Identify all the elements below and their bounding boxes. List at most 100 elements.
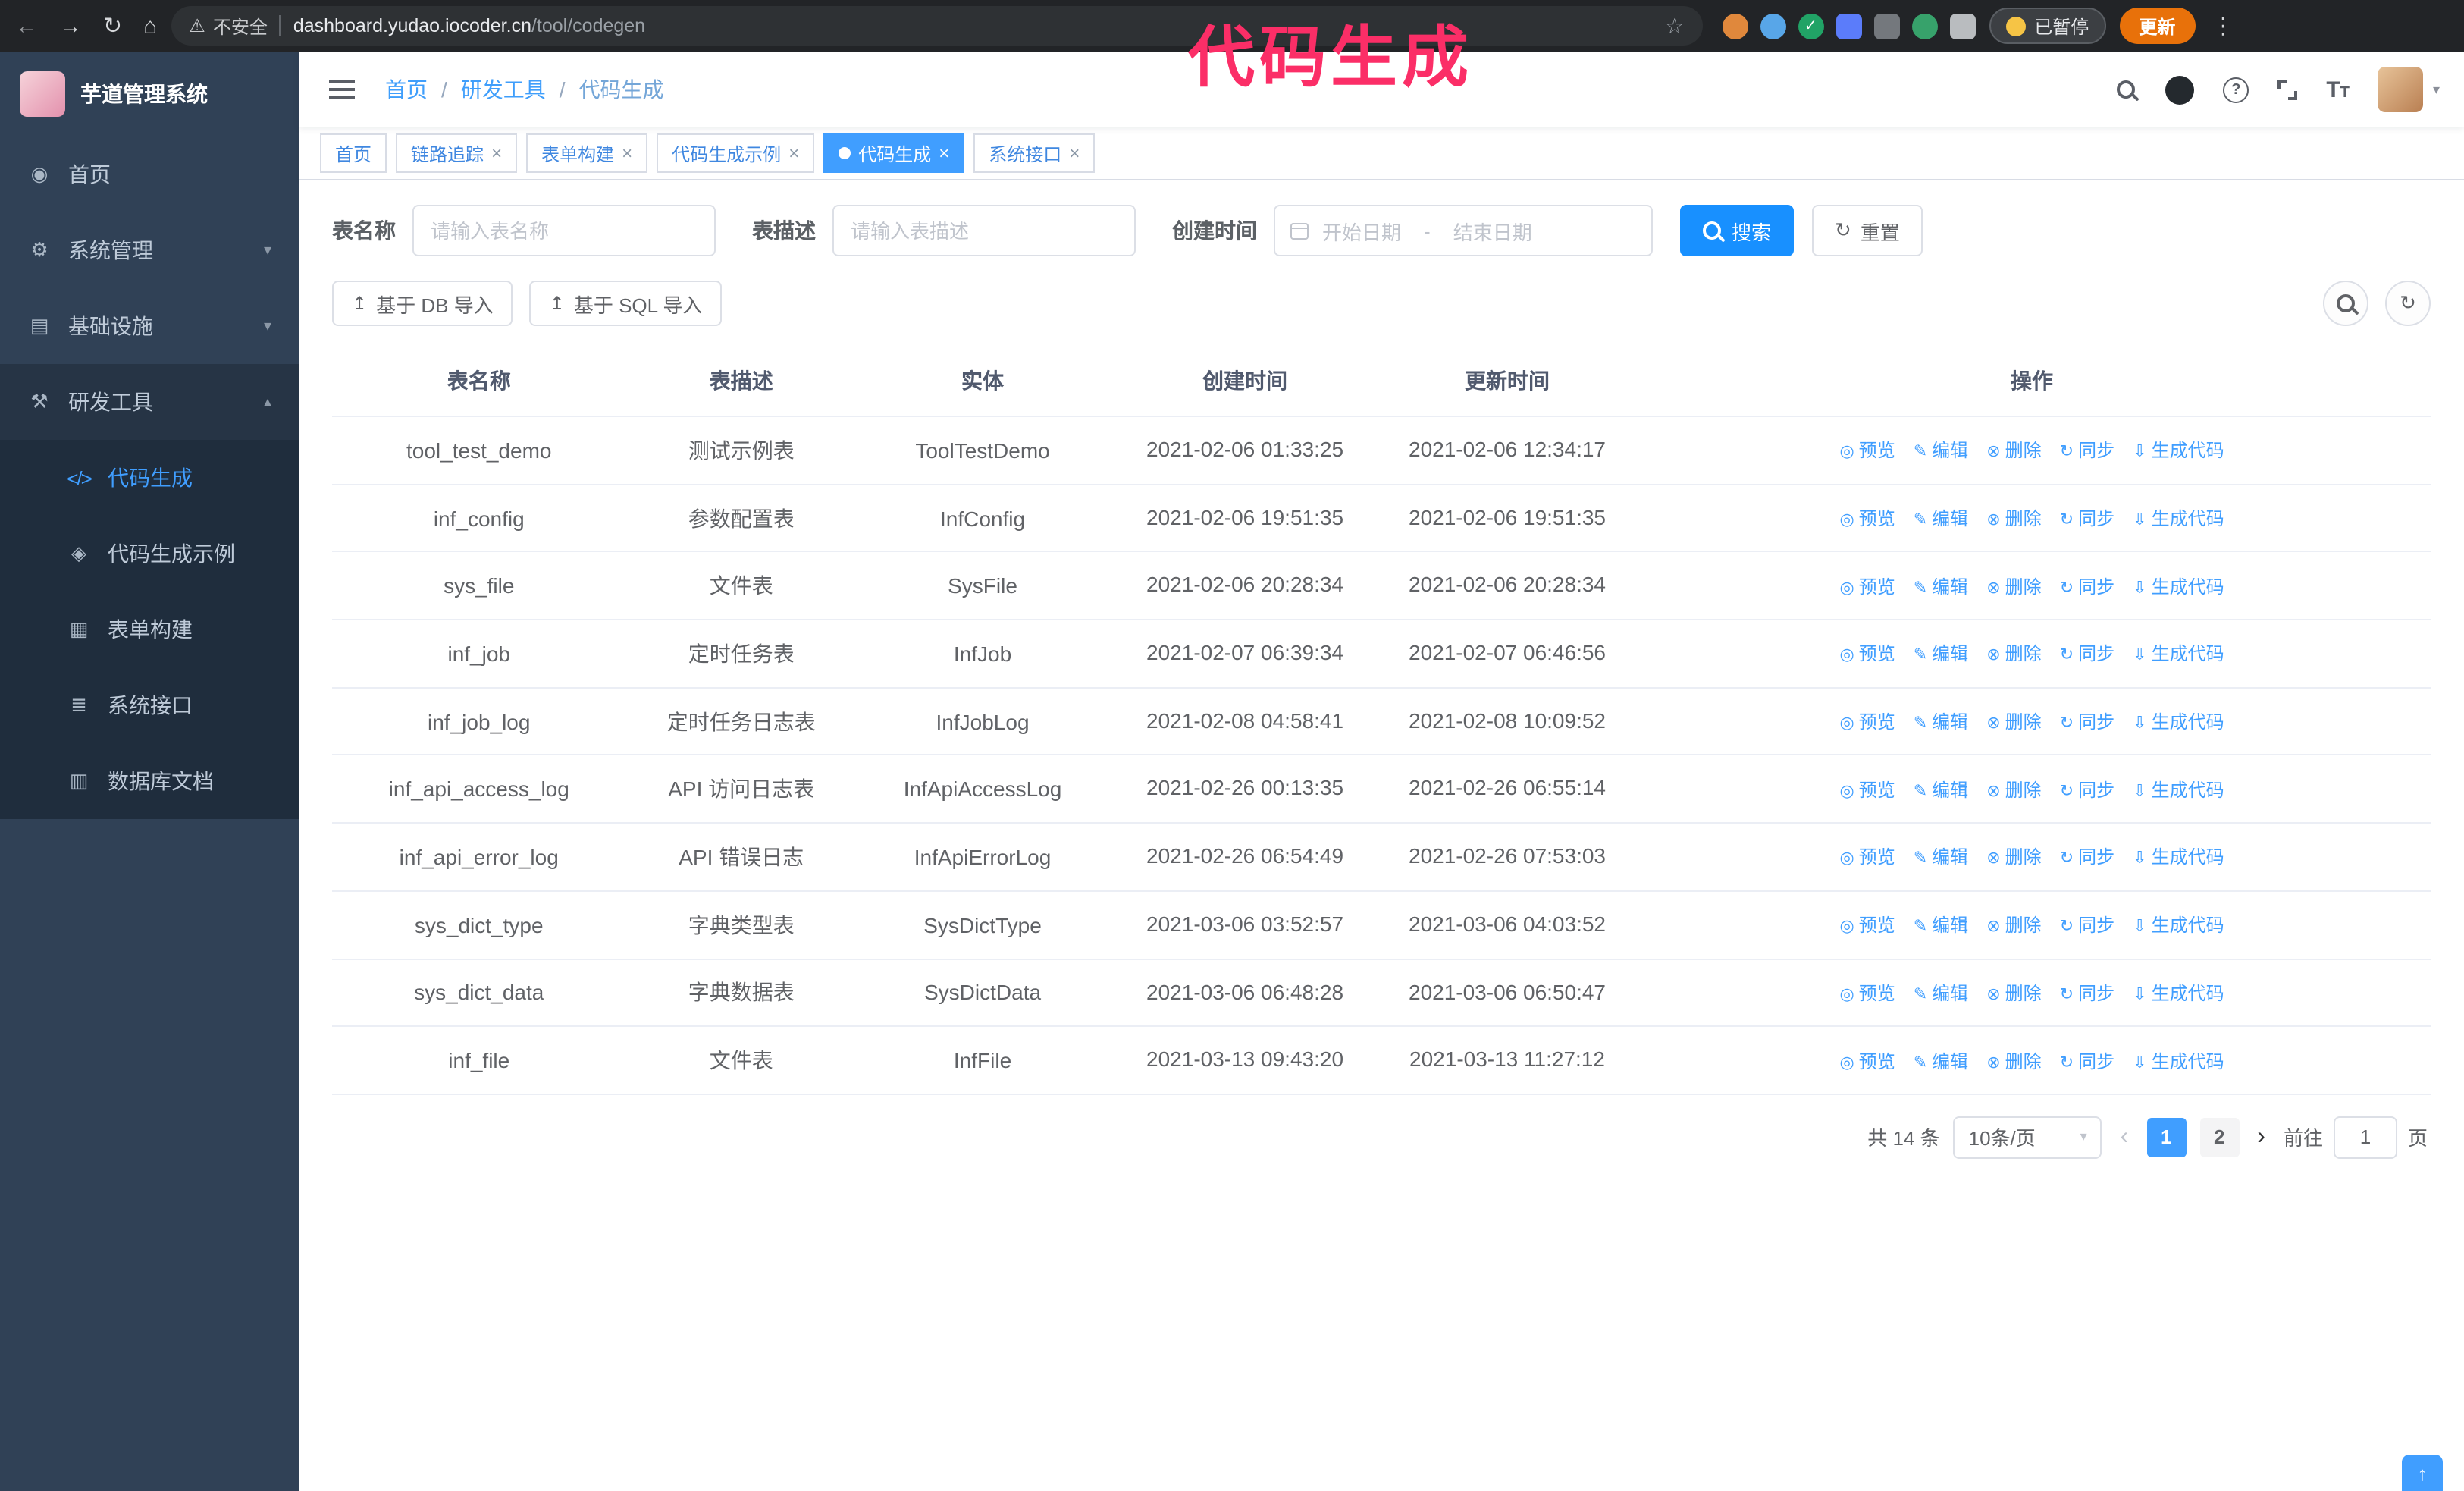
action-edit[interactable]: ✎ 编辑 — [1914, 847, 1968, 868]
sidebar-item-code-generation[interactable]: </> 代码生成 — [0, 440, 299, 516]
action-generate-code[interactable]: ⇩ 生成代码 — [2133, 576, 2224, 597]
breadcrumb-dev-tools[interactable]: 研发工具 — [461, 74, 546, 105]
search-button[interactable]: 搜索 — [1680, 205, 1795, 256]
action-delete[interactable]: ⊗ 删除 — [1986, 1050, 2041, 1072]
action-preview[interactable]: ◎ 预览 — [1839, 847, 1895, 868]
close-icon[interactable]: × — [939, 143, 949, 164]
goto-page-input[interactable] — [2333, 1116, 2397, 1159]
action-sync[interactable]: ↻ 同步 — [2060, 1050, 2114, 1072]
tab-form-builder[interactable]: 表单构建 × — [526, 133, 648, 173]
action-sync[interactable]: ↻ 同步 — [2060, 847, 2114, 868]
action-delete[interactable]: ⊗ 删除 — [1986, 780, 2041, 801]
action-sync[interactable]: ↻ 同步 — [2060, 780, 2114, 801]
sidebar-item-database-doc[interactable]: ▥ 数据库文档 — [0, 743, 299, 819]
action-preview[interactable]: ◎ 预览 — [1839, 644, 1895, 665]
action-preview[interactable]: ◎ 预览 — [1839, 1050, 1895, 1072]
browser-menu-icon[interactable]: ⋮ — [2212, 12, 2234, 39]
action-delete[interactable]: ⊗ 删除 — [1986, 576, 2041, 597]
action-delete[interactable]: ⊗ 删除 — [1986, 711, 2041, 733]
sidebar-item-dev-tools[interactable]: ⚒ 研发工具 ▴ — [0, 364, 299, 440]
action-generate-code[interactable]: ⇩ 生成代码 — [2133, 711, 2224, 733]
search-icon[interactable] — [2117, 80, 2136, 99]
close-icon[interactable]: × — [491, 143, 502, 164]
close-icon[interactable]: × — [622, 143, 632, 164]
hamburger-icon[interactable] — [329, 88, 355, 91]
action-edit[interactable]: ✎ 编辑 — [1914, 915, 1968, 936]
action-edit[interactable]: ✎ 编辑 — [1914, 644, 1968, 665]
prev-page-button[interactable]: ‹ — [2116, 1124, 2133, 1151]
sidebar-item-system-api[interactable]: ≣ 系统接口 — [0, 667, 299, 743]
people-grid-extension-icon[interactable] — [1835, 13, 1862, 39]
sidebar-item-home[interactable]: ◉ 首页 — [0, 137, 299, 212]
float-widget-button[interactable]: ↑ — [2402, 1455, 2443, 1491]
back-icon[interactable]: ← — [15, 13, 38, 39]
tab-link-tracking[interactable]: 链路追踪 × — [396, 133, 518, 173]
reload-icon[interactable]: ↻ — [103, 12, 122, 39]
reset-button[interactable]: ↻ 重置 — [1812, 205, 1923, 256]
orange-extension-icon[interactable] — [1722, 13, 1748, 39]
action-delete[interactable]: ⊗ 删除 — [1986, 441, 2041, 462]
puzzle-extensions-icon[interactable] — [1949, 13, 1976, 39]
tab-system-api[interactable]: 系统接口 × — [973, 133, 1096, 173]
page-button-2[interactable]: 2 — [2199, 1117, 2240, 1157]
action-delete[interactable]: ⊗ 删除 — [1986, 508, 2041, 529]
refresh-button[interactable]: ↻ — [2385, 281, 2431, 326]
font-size-icon[interactable] — [2326, 77, 2350, 102]
action-edit[interactable]: ✎ 编辑 — [1914, 1050, 1968, 1072]
home-icon[interactable]: ⌂ — [143, 13, 157, 39]
action-preview[interactable]: ◎ 预览 — [1839, 780, 1895, 801]
table-name-input[interactable] — [412, 205, 716, 256]
forward-icon[interactable]: → — [59, 13, 82, 39]
sidebar-item-infrastructure[interactable]: ▤ 基础设施 ▾ — [0, 288, 299, 364]
action-preview[interactable]: ◎ 预览 — [1839, 576, 1895, 597]
user-menu[interactable]: ▾ — [2378, 67, 2440, 112]
toggle-search-button[interactable] — [2323, 281, 2368, 326]
action-edit[interactable]: ✎ 编辑 — [1914, 711, 1968, 733]
action-generate-code[interactable]: ⇩ 生成代码 — [2133, 508, 2224, 529]
sidebar-item-codegen-example[interactable]: ◈ 代码生成示例 — [0, 516, 299, 592]
page-button-1[interactable]: 1 — [2146, 1117, 2187, 1157]
green-check-extension-icon[interactable]: ✓ — [1798, 13, 1824, 39]
tab-home[interactable]: 首页 — [320, 133, 387, 173]
fullscreen-icon[interactable] — [2277, 80, 2298, 99]
action-edit[interactable]: ✎ 编辑 — [1914, 576, 1968, 597]
action-edit[interactable]: ✎ 编辑 — [1914, 983, 1968, 1004]
close-icon[interactable]: × — [1069, 143, 1080, 164]
action-preview[interactable]: ◎ 预览 — [1839, 983, 1895, 1004]
action-preview[interactable]: ◎ 预览 — [1839, 915, 1895, 936]
github-icon[interactable] — [2165, 75, 2195, 104]
action-generate-code[interactable]: ⇩ 生成代码 — [2133, 1050, 2224, 1072]
page-size-select[interactable]: 10条/页 ▾ — [1953, 1116, 2102, 1159]
date-range-picker[interactable]: 开始日期 - 结束日期 — [1274, 205, 1653, 256]
action-sync[interactable]: ↻ 同步 — [2060, 441, 2114, 462]
close-icon[interactable]: × — [788, 143, 799, 164]
tab-codegen-example[interactable]: 代码生成示例 × — [657, 133, 815, 173]
table-desc-input[interactable] — [832, 205, 1136, 256]
action-generate-code[interactable]: ⇩ 生成代码 — [2133, 644, 2224, 665]
action-sync[interactable]: ↻ 同步 — [2060, 508, 2114, 529]
action-generate-code[interactable]: ⇩ 生成代码 — [2133, 441, 2224, 462]
import-db-button[interactable]: ↥ 基于 DB 导入 — [332, 281, 513, 326]
action-sync[interactable]: ↻ 同步 — [2060, 644, 2114, 665]
sidebar-item-system-management[interactable]: ⚙ 系统管理 ▾ — [0, 212, 299, 288]
tab-code-generation[interactable]: 代码生成 × — [823, 133, 965, 173]
action-edit[interactable]: ✎ 编辑 — [1914, 441, 1968, 462]
action-sync[interactable]: ↻ 同步 — [2060, 983, 2114, 1004]
breadcrumb-home[interactable]: 首页 — [385, 74, 428, 105]
green-leaf-extension-icon[interactable] — [1911, 13, 1938, 39]
bookmark-star-icon[interactable]: ☆ — [1665, 13, 1684, 39]
next-page-button[interactable]: › — [2252, 1124, 2270, 1151]
action-sync[interactable]: ↻ 同步 — [2060, 711, 2114, 733]
help-icon[interactable]: ? — [2223, 77, 2249, 102]
action-delete[interactable]: ⊗ 删除 — [1986, 644, 2041, 665]
paused-badge[interactable]: 已暂停 — [1989, 8, 2106, 44]
action-preview[interactable]: ◎ 预览 — [1839, 441, 1895, 462]
action-generate-code[interactable]: ⇩ 生成代码 — [2133, 915, 2224, 936]
gray-extension-icon[interactable] — [1873, 13, 1900, 39]
import-sql-button[interactable]: ↥ 基于 SQL 导入 — [529, 281, 723, 326]
action-delete[interactable]: ⊗ 删除 — [1986, 915, 2041, 936]
action-sync[interactable]: ↻ 同步 — [2060, 915, 2114, 936]
sidebar-item-form-builder[interactable]: ▦ 表单构建 — [0, 592, 299, 667]
action-delete[interactable]: ⊗ 删除 — [1986, 847, 2041, 868]
action-edit[interactable]: ✎ 编辑 — [1914, 508, 1968, 529]
